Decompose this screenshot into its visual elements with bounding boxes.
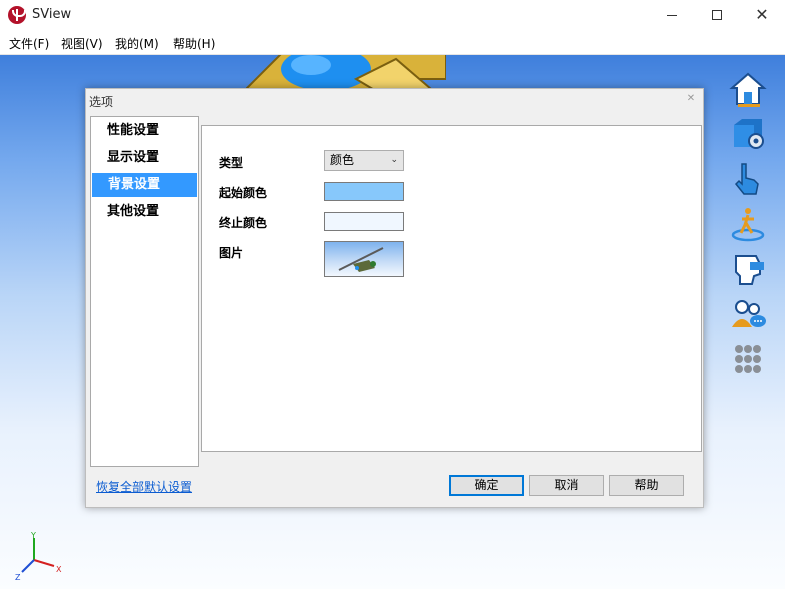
menu-help[interactable]: 帮助(H) (173, 35, 215, 52)
maximize-button[interactable] (694, 0, 740, 30)
close-icon: ✕ (686, 93, 696, 104)
axis-y-label: Y (30, 531, 36, 540)
nav-item-display[interactable]: 显示设置 (91, 146, 196, 170)
start-color-label: 起始颜色 (219, 186, 268, 200)
end-color-label: 终止颜色 (219, 216, 268, 230)
ok-button[interactable]: 确定 (449, 475, 524, 496)
help-button[interactable]: 帮助 (609, 475, 684, 496)
menu-mine[interactable]: 我的(M) (115, 35, 159, 52)
minimize-icon (667, 14, 677, 16)
menu-bar: 文件(F) 视图(V) 我的(M) 帮助(H) (0, 30, 785, 55)
nav-item-other[interactable]: 其他设置 (91, 200, 196, 224)
background-image-thumbnail[interactable] (324, 241, 404, 277)
axis-x-label: X (56, 565, 62, 574)
nav-item-background[interactable]: 背景设置 (92, 173, 197, 197)
settings-nav: 性能设置 显示设置 背景设置 其他设置 (90, 116, 199, 467)
app-logo-icon (8, 6, 26, 24)
image-label: 图片 (219, 246, 244, 260)
home-icon[interactable] (728, 70, 768, 108)
cube-settings-icon[interactable] (728, 115, 768, 153)
grid-apps-icon[interactable] (728, 340, 768, 378)
close-icon: ✕ (755, 5, 769, 24)
menu-view[interactable]: 视图(V) (61, 35, 103, 52)
dialog-close-button[interactable]: ✕ (684, 92, 698, 106)
dialog-title: 选项 (89, 95, 114, 109)
app-title: SView (32, 7, 72, 22)
hand-pointer-icon[interactable] (728, 160, 768, 198)
users-chat-icon[interactable] (728, 295, 768, 333)
type-select-value: 颜色 (330, 153, 355, 167)
background-settings-panel: 类型 颜色 ⌄ 起始颜色 终止颜色 图片 (201, 125, 702, 452)
cancel-button[interactable]: 取消 (529, 475, 604, 496)
menu-file[interactable]: 文件(F) (9, 35, 49, 52)
title-bar: SView ✕ (0, 0, 785, 30)
minimize-button[interactable] (649, 0, 695, 30)
end-color-swatch[interactable] (324, 212, 404, 231)
maximize-icon (712, 10, 722, 20)
type-select[interactable]: 颜色 ⌄ (324, 150, 404, 171)
start-color-swatch[interactable] (324, 182, 404, 201)
restore-defaults-link[interactable]: 恢复全部默认设置 (96, 478, 192, 495)
chevron-down-icon: ⌄ (390, 155, 398, 165)
close-button[interactable]: ✕ (739, 0, 785, 30)
walk-mode-icon[interactable] (728, 205, 768, 243)
axis-z-label: Z (15, 573, 21, 582)
type-label: 类型 (219, 156, 244, 170)
options-dialog: 选项 ✕ 性能设置 显示设置 背景设置 其他设置 类型 颜色 ⌄ 起始颜色 终止… (85, 88, 704, 508)
nav-item-performance[interactable]: 性能设置 (91, 119, 196, 143)
axis-triad: Y X Z (12, 530, 72, 585)
head-view-icon[interactable] (728, 250, 768, 288)
